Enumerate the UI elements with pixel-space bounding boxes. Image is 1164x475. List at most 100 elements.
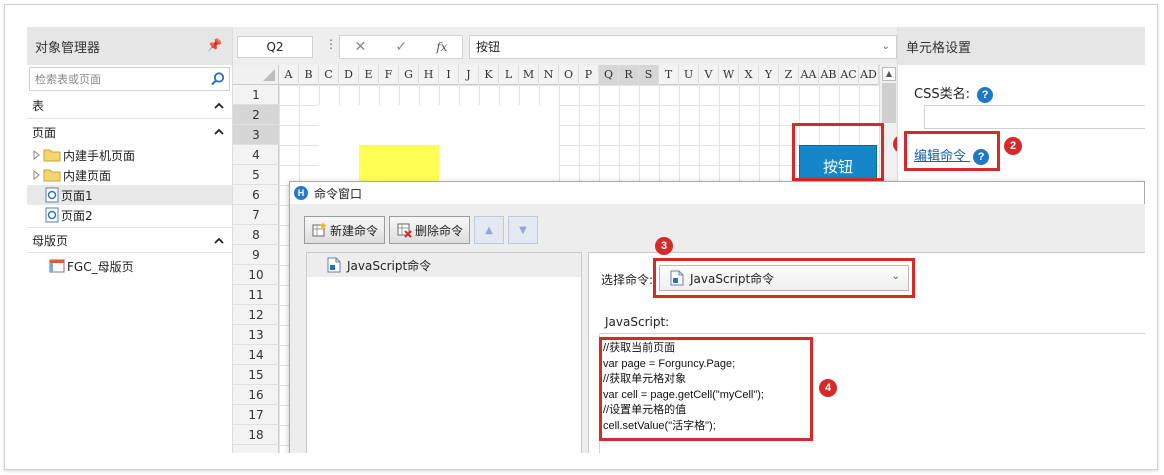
tree-item-builtin-pages[interactable]: 内建页面: [27, 165, 232, 185]
chevron-up-icon[interactable]: [214, 237, 224, 244]
command-toolbar: 新建命令 删除命令 ▲ ▼: [304, 216, 539, 244]
scroll-up-icon[interactable]: ▲: [882, 67, 896, 81]
function-icon[interactable]: fx: [436, 40, 447, 54]
screenshot-frame: 对象管理器 📌 检索表或页面 表 页面 内建手机页面 内建页面 页面1 页面2 …: [4, 4, 1158, 470]
column-header[interactable]: Y: [759, 65, 779, 85]
column-header[interactable]: Z: [779, 65, 799, 85]
callout-badge-2: 2: [1004, 137, 1022, 155]
chevron-up-icon[interactable]: [214, 102, 224, 109]
callout-badge-4: 4: [819, 379, 837, 397]
column-header[interactable]: C: [319, 65, 339, 85]
column-header[interactable]: B: [299, 65, 319, 85]
formula-input[interactable]: 按钮 ⌄: [469, 35, 897, 59]
row-header[interactable]: 5: [233, 165, 279, 185]
row-header[interactable]: 4: [233, 145, 279, 165]
master-page-icon: [49, 259, 65, 273]
row-header[interactable]: 17: [233, 405, 279, 425]
callout-box-2: [904, 131, 1000, 171]
column-header[interactable]: U: [679, 65, 699, 85]
row-header[interactable]: 11: [233, 285, 279, 305]
expand-arrow-icon[interactable]: [33, 150, 41, 160]
tree-item-page1[interactable]: 页面1: [27, 185, 232, 205]
column-header[interactable]: E: [359, 65, 379, 85]
yellow-cell-block[interactable]: [359, 145, 439, 185]
row-header[interactable]: 6: [233, 185, 279, 205]
pin-icon[interactable]: 📌: [207, 38, 222, 52]
column-header[interactable]: G: [399, 65, 419, 85]
javascript-file-icon: [327, 257, 341, 273]
column-header[interactable]: AD: [859, 65, 879, 85]
new-command-button[interactable]: 新建命令: [304, 216, 386, 244]
row-header[interactable]: 13: [233, 325, 279, 345]
css-class-input[interactable]: [924, 105, 1145, 129]
more-icon[interactable]: ⋮: [325, 37, 337, 51]
column-header[interactable]: F: [379, 65, 399, 85]
chevron-down-icon[interactable]: ⌄: [882, 36, 890, 58]
column-header[interactable]: I: [439, 65, 459, 85]
search-icon[interactable]: [210, 71, 226, 87]
expand-arrow-icon[interactable]: [33, 170, 41, 180]
column-header[interactable]: T: [659, 65, 679, 85]
column-header[interactable]: V: [699, 65, 719, 85]
column-header[interactable]: M: [519, 65, 539, 85]
cell-reference-box[interactable]: Q2: [237, 36, 313, 58]
scroll-thumb[interactable]: [882, 83, 896, 123]
tree-item-master-page[interactable]: FGC_母版页: [27, 253, 232, 279]
column-header[interactable]: K: [479, 65, 499, 85]
row-header[interactable]: 1: [233, 85, 279, 105]
row-header[interactable]: 7: [233, 205, 279, 225]
formula-bar: Q2 ⋮ ✕ ✓ fx 按钮 ⌄: [233, 27, 897, 65]
help-icon[interactable]: ?: [977, 86, 994, 103]
row-header[interactable]: 14: [233, 345, 279, 365]
column-header[interactable]: D: [339, 65, 359, 85]
designer-app: 对象管理器 📌 检索表或页面 表 页面 内建手机页面 内建页面 页面1 页面2 …: [27, 27, 1145, 453]
column-header[interactable]: S: [639, 65, 659, 85]
row-header[interactable]: 8: [233, 225, 279, 245]
object-search-input[interactable]: 检索表或页面: [29, 67, 230, 91]
column-header[interactable]: AC: [839, 65, 859, 85]
cancel-icon[interactable]: ✕: [355, 39, 367, 55]
command-list-item[interactable]: JavaScript命令: [307, 253, 581, 277]
row-header[interactable]: 10: [233, 265, 279, 285]
tree-item-label: 页面2: [61, 208, 93, 223]
move-down-button[interactable]: ▼: [508, 216, 539, 244]
row-header[interactable]: 18: [233, 425, 279, 445]
column-header[interactable]: P: [579, 65, 599, 85]
column-header[interactable]: N: [539, 65, 559, 85]
delete-command-button[interactable]: 删除命令: [389, 216, 471, 244]
callout-box-3: [653, 258, 915, 298]
command-window-title: 命令窗口: [314, 186, 363, 201]
column-header[interactable]: R: [619, 65, 639, 85]
row-header[interactable]: 3: [233, 125, 279, 145]
column-header[interactable]: O: [559, 65, 579, 85]
css-class-text: CSS类名:: [914, 87, 970, 102]
command-window: H 命令窗口 新建命令 删除命令 ▲ ▼ JavaScript命令 选择命令: …: [289, 181, 1145, 453]
page-icon: [45, 207, 59, 223]
column-header[interactable]: L: [499, 65, 519, 85]
command-list-item-label: JavaScript命令: [347, 258, 432, 273]
tree-item-page2[interactable]: 页面2: [27, 205, 232, 225]
column-header[interactable]: A: [279, 65, 299, 85]
select-all-corner[interactable]: [233, 65, 279, 85]
row-header[interactable]: 16: [233, 385, 279, 405]
column-header[interactable]: AB: [819, 65, 839, 85]
tree-item-label: 内建页面: [63, 168, 112, 183]
section-tables[interactable]: 表: [27, 93, 232, 119]
row-header[interactable]: 12: [233, 305, 279, 325]
section-master-pages[interactable]: 母版页: [27, 227, 232, 253]
column-header[interactable]: Q: [599, 65, 619, 85]
row-header[interactable]: 9: [233, 245, 279, 265]
column-header[interactable]: H: [419, 65, 439, 85]
row-header[interactable]: 15: [233, 365, 279, 385]
move-up-button[interactable]: ▲: [474, 216, 505, 244]
chevron-up-icon[interactable]: [214, 128, 224, 135]
column-header[interactable]: AA: [799, 65, 819, 85]
column-header[interactable]: J: [459, 65, 479, 85]
column-header[interactable]: W: [719, 65, 739, 85]
section-pages[interactable]: 页面: [27, 119, 232, 145]
confirm-icon[interactable]: ✓: [395, 39, 407, 55]
css-class-label: CSS类名: ?: [914, 83, 994, 103]
row-header[interactable]: 2: [233, 105, 279, 125]
tree-item-mobile-pages[interactable]: 内建手机页面: [27, 145, 232, 165]
column-header[interactable]: X: [739, 65, 759, 85]
